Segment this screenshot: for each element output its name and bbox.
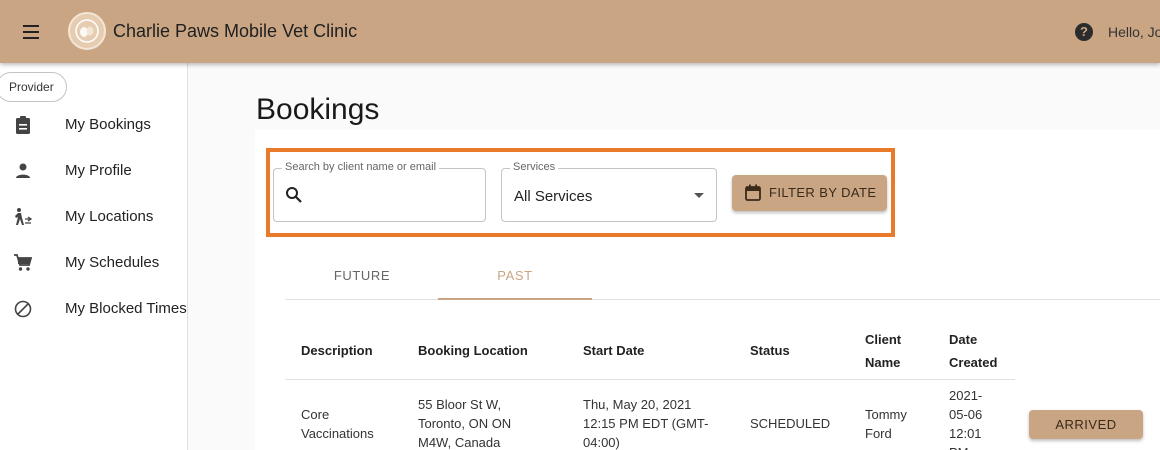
user-greeting[interactable]: Hello, Jo bbox=[1108, 24, 1160, 40]
cell-created-line3: 12:01 bbox=[949, 426, 982, 441]
app-title: Charlie Paws Mobile Vet Clinic bbox=[113, 21, 358, 41]
clipboard-icon bbox=[12, 114, 34, 136]
calendar-icon bbox=[745, 184, 761, 206]
cell-client-line1: Tommy bbox=[865, 407, 907, 422]
column-header-date-line1: Date bbox=[949, 332, 978, 347]
cell-created-line2: 05-06 bbox=[949, 407, 983, 422]
tab-past[interactable]: PAST bbox=[438, 258, 592, 300]
column-header-description[interactable]: Description bbox=[301, 339, 373, 362]
cell-start-date: Thu, May 20, 2021 12:15 PM EDT (GMT- 04:… bbox=[583, 395, 708, 450]
services-selected-value: All Services bbox=[514, 188, 593, 205]
cell-booking-location: 55 Bloor St W, Toronto, ON ON M4W, Canad… bbox=[418, 395, 511, 450]
sidebar-item-my-schedules[interactable]: My Schedules bbox=[0, 242, 187, 282]
cell-description-line1: Core bbox=[301, 407, 330, 422]
cell-description-line2: Vaccinations bbox=[301, 426, 374, 441]
booking-tabs: FUTURE PAST bbox=[285, 258, 1160, 300]
column-header-client-name[interactable]: Client Name bbox=[865, 328, 901, 374]
column-header-client-line1: Client bbox=[865, 332, 902, 347]
column-header-client-line2: Name bbox=[865, 355, 901, 370]
filter-by-date-button[interactable]: FILTER BY DATE bbox=[732, 175, 887, 211]
cell-start-line3: 04:00) bbox=[583, 435, 620, 450]
cell-description: Core Vaccinations bbox=[301, 405, 374, 443]
sidebar-item-my-bookings[interactable]: My Bookings bbox=[0, 104, 187, 144]
services-select[interactable]: Services All Services bbox=[501, 161, 717, 222]
cell-client-name: Tommy Ford bbox=[865, 405, 907, 443]
sidebar-item-label: My Profile bbox=[65, 162, 132, 179]
provider-chip[interactable]: Provider bbox=[0, 72, 67, 102]
cell-date-created: 2021- 05-06 12:01 PM bbox=[949, 386, 982, 450]
cell-created-line4: PM bbox=[949, 443, 982, 450]
person-icon bbox=[12, 160, 34, 182]
cell-created-line1: 2021- bbox=[949, 388, 983, 403]
filter-by-date-label: FILTER BY DATE bbox=[769, 185, 877, 200]
sidebar-item-label: My Blocked Times bbox=[65, 300, 187, 317]
cell-location-line2: Toronto, ON ON bbox=[418, 416, 512, 431]
table-header bbox=[285, 322, 1015, 380]
walking-person-icon bbox=[12, 206, 34, 228]
search-field[interactable]: Search by client name or email bbox=[273, 161, 486, 222]
sidebar-item-my-locations[interactable]: My Locations bbox=[0, 196, 187, 236]
column-header-status[interactable]: Status bbox=[750, 339, 790, 362]
shopping-cart-icon bbox=[12, 252, 34, 274]
help-icon[interactable]: ? bbox=[1075, 23, 1093, 41]
sidebar-item-label: My Bookings bbox=[65, 116, 151, 133]
column-header-booking-location[interactable]: Booking Location bbox=[418, 339, 528, 362]
page-title: Bookings bbox=[256, 93, 380, 126]
search-icon bbox=[285, 186, 303, 209]
cell-start-line1: Thu, May 20, 2021 bbox=[583, 397, 692, 412]
cell-location-line3: M4W, Canada bbox=[418, 435, 501, 450]
sidebar-item-my-profile[interactable]: My Profile bbox=[0, 150, 187, 190]
cell-location-line1: 55 Bloor St W, bbox=[418, 397, 502, 412]
chevron-down-icon bbox=[694, 193, 704, 198]
column-header-date-created[interactable]: Date Created bbox=[949, 328, 997, 374]
sidebar-item-label: My Schedules bbox=[65, 254, 160, 271]
clinic-logo bbox=[68, 12, 106, 50]
column-header-start-date[interactable]: Start Date bbox=[583, 339, 644, 362]
app-bar: Charlie Paws Mobile Vet Clinic ? Hello, … bbox=[0, 0, 1160, 63]
sidebar: Provider My Bookings My Profile My Locat… bbox=[0, 63, 188, 450]
sidebar-item-my-blocked-times[interactable]: My Blocked Times bbox=[0, 288, 187, 328]
cell-start-line2: 12:15 PM EDT (GMT- bbox=[583, 416, 709, 431]
arrived-button[interactable]: ARRIVED bbox=[1029, 410, 1143, 439]
cell-client-line2: Ford bbox=[865, 426, 892, 441]
cell-status: SCHEDULED bbox=[750, 416, 831, 431]
search-field-legend: Search by client name or email bbox=[282, 161, 440, 173]
menu-icon[interactable] bbox=[16, 18, 46, 46]
block-icon bbox=[12, 298, 34, 320]
sidebar-item-label: My Locations bbox=[65, 208, 154, 225]
services-select-legend: Services bbox=[510, 161, 559, 173]
column-header-date-line2: Created bbox=[949, 355, 998, 370]
tab-future[interactable]: FUTURE bbox=[285, 258, 439, 300]
